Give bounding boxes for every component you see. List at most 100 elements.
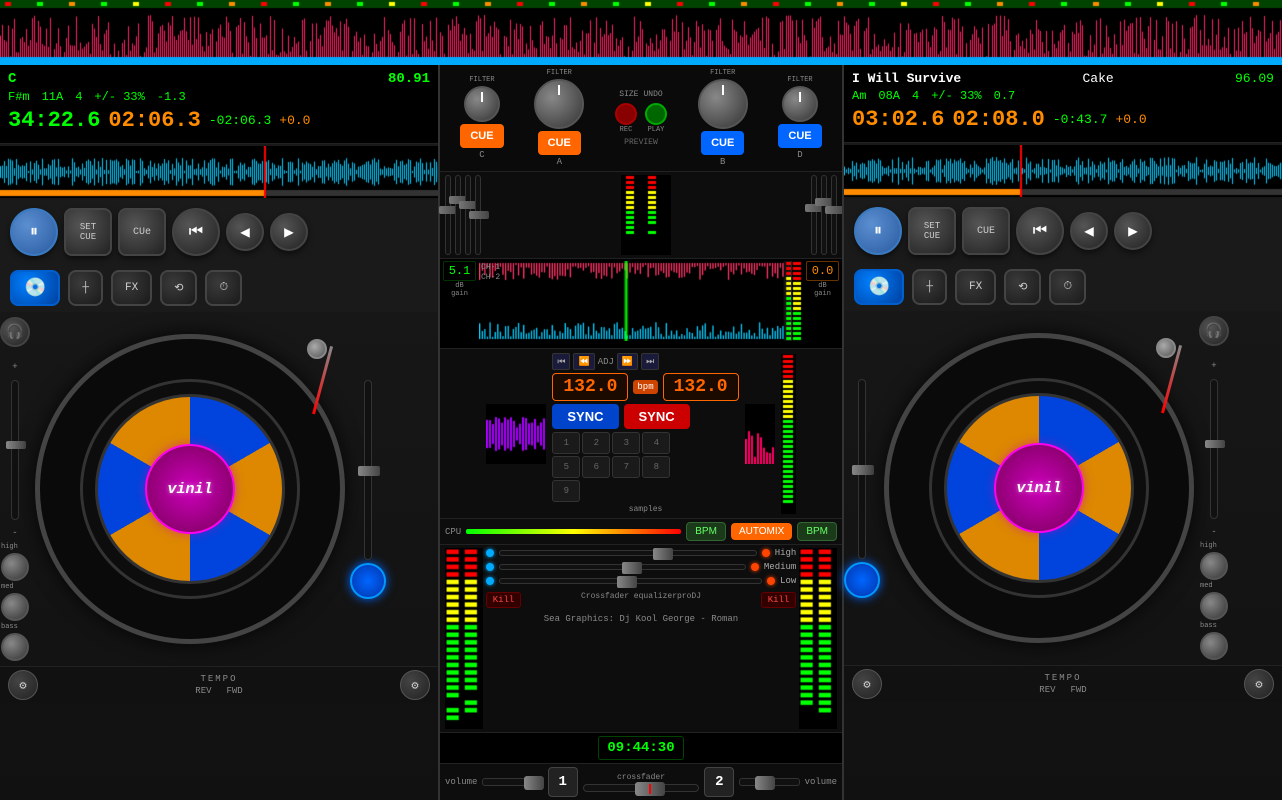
deck-right-settings-button[interactable]: ⚙ — [1244, 669, 1274, 699]
deck-right-pitch-reset-button[interactable] — [844, 562, 880, 598]
mixer-eq-med-right-knob[interactable] — [751, 563, 759, 571]
deck-right-loop-button[interactable]: ⟲ — [1004, 269, 1041, 305]
deck-right-turntable[interactable]: vinil — [884, 333, 1194, 643]
deck-left-volume-thumb[interactable] — [6, 441, 26, 449]
mixer-fader-a3[interactable] — [475, 175, 481, 255]
deck-left-pitch-slider[interactable] — [364, 380, 372, 560]
deck-right-vinyl-button[interactable]: 💿 — [854, 269, 904, 305]
mixer-eq-med-knob[interactable] — [486, 563, 494, 571]
mixer-eq-high-right-knob[interactable] — [762, 549, 770, 557]
mixer-pad-2[interactable]: 2 — [582, 432, 610, 454]
mixer-volume-left-track[interactable] — [482, 778, 542, 786]
deck-right-fx-button[interactable]: FX — [955, 269, 996, 305]
mixer-eq-high-knob[interactable] — [486, 549, 494, 557]
deck-left-next-button[interactable]: ▶ — [270, 213, 308, 251]
mixer-cue-a-button[interactable]: CUE — [538, 131, 581, 155]
deck-left-clock-button[interactable]: ⏱ — [205, 270, 242, 306]
deck-right-prev-button[interactable]: ◀ — [1070, 212, 1108, 250]
mixer-rec-button[interactable] — [615, 103, 637, 125]
mixer-pad-8[interactable]: 8 — [642, 456, 670, 478]
mixer-filter-a-knob[interactable] — [534, 79, 584, 129]
mixer-fader-c[interactable] — [445, 175, 451, 255]
deck-right-high-knob[interactable] — [1200, 552, 1228, 580]
deck-left-turntable[interactable]: vinil — [35, 334, 345, 644]
mixer-volume-left-thumb[interactable] — [524, 776, 544, 790]
deck-right-set-cue-button[interactable]: SETCUE — [908, 207, 956, 255]
deck-left-pitch-thumb[interactable] — [358, 466, 380, 476]
mixer-automix-button[interactable]: AUTOMIX — [731, 523, 792, 540]
deck-right-power-button[interactable]: ⚙ — [852, 669, 882, 699]
mixer-eq-low-track[interactable] — [499, 578, 762, 584]
mixer-bpm-left-button[interactable]: BPM — [686, 522, 726, 541]
mixer-bpm-right-button[interactable]: BPM — [797, 522, 837, 541]
mixer-adj-ff-button[interactable]: ⏩ — [617, 353, 638, 370]
mixer-filter-c-knob[interactable] — [464, 86, 500, 122]
deck-left-prev-button[interactable]: ◀ — [226, 213, 264, 251]
mixer-eq-med-track[interactable] — [499, 564, 746, 570]
mixer-eq-high-track[interactable] — [499, 550, 757, 556]
deck-right-next-button[interactable]: ▶ — [1114, 212, 1152, 250]
mixer-pad-5[interactable]: 5 — [552, 456, 580, 478]
deck-right-pitch-thumb[interactable] — [852, 465, 874, 475]
mixer-volume-right-thumb[interactable] — [755, 776, 775, 790]
deck-right-rewind-button[interactable]: ⏮ — [1016, 207, 1064, 255]
mixer-cue-b-button[interactable]: CUE — [701, 131, 744, 155]
deck-right-eq-button[interactable]: ┼ — [912, 269, 947, 305]
deck-left-volume-slider[interactable] — [11, 380, 19, 520]
mixer-eq-high-thumb[interactable] — [653, 548, 673, 560]
deck-left-cue-button[interactable]: CUe — [118, 208, 166, 256]
deck-right-pause-button[interactable]: ⏸ — [854, 207, 902, 255]
deck-left-headphone-button[interactable]: 🎧 — [0, 317, 30, 347]
deck-right-clock-button[interactable]: ⏱ — [1049, 269, 1086, 305]
mixer-eq-low-right-knob[interactable] — [767, 577, 775, 585]
mixer-pad-9[interactable]: 9 — [552, 480, 580, 502]
mixer-kill-right-button[interactable]: Kill — [761, 592, 797, 608]
mixer-crossfader-thumb[interactable] — [635, 782, 665, 796]
mixer-fader-a[interactable] — [455, 175, 461, 255]
deck-right-bass-knob[interactable] — [1200, 632, 1228, 660]
mixer-cue-d-button[interactable]: CUE — [778, 124, 821, 148]
mixer-sync-right-button[interactable]: SYNC — [624, 404, 690, 429]
mixer-eq-med-thumb[interactable] — [622, 562, 642, 574]
mixer-filter-d-knob[interactable] — [782, 86, 818, 122]
deck-left-settings-button[interactable]: ⚙ — [400, 670, 430, 700]
deck-left-vinyl-button[interactable]: 💿 — [10, 270, 60, 306]
deck-right-volume-thumb[interactable] — [1205, 440, 1225, 448]
deck-left-bass-knob[interactable] — [1, 633, 29, 661]
deck-right-pitch-slider[interactable] — [858, 379, 866, 559]
deck-left-loop-button[interactable]: ⟲ — [160, 270, 197, 306]
deck-left-rewind-button[interactable]: ⏮ — [172, 208, 220, 256]
mixer-pad-4[interactable]: 4 — [642, 432, 670, 454]
deck-left-set-cue-button[interactable]: SETCUE — [64, 208, 112, 256]
mixer-fader-b[interactable] — [811, 175, 817, 255]
mixer-deck2-badge[interactable]: 2 — [704, 767, 734, 797]
mixer-cue-c-button[interactable]: CUE — [460, 124, 503, 148]
mixer-sync-left-button[interactable]: SYNC — [552, 404, 618, 429]
deck-right-cue-button[interactable]: CUE — [962, 207, 1010, 255]
mixer-eq-low-thumb[interactable] — [617, 576, 637, 588]
deck-left-eq-button[interactable]: ┼ — [68, 270, 103, 306]
mixer-kill-left-button[interactable]: Kill — [486, 592, 522, 608]
deck-left-pause-button[interactable]: ⏸ — [10, 208, 58, 256]
mixer-fader-b2[interactable] — [821, 175, 827, 255]
mixer-pad-7[interactable]: 7 — [612, 456, 640, 478]
mixer-crossfader-track[interactable] — [583, 784, 700, 792]
deck-right-volume-slider[interactable] — [1210, 379, 1218, 519]
deck-left-power-button[interactable]: ⚙ — [8, 670, 38, 700]
mixer-pad-3[interactable]: 3 — [612, 432, 640, 454]
deck-right-med-knob[interactable] — [1200, 592, 1228, 620]
mixer-deck1-badge[interactable]: 1 — [548, 767, 578, 797]
mixer-pad-6[interactable]: 6 — [582, 456, 610, 478]
deck-left-fx-button[interactable]: FX — [111, 270, 152, 306]
mixer-fader-d[interactable] — [831, 175, 837, 255]
mixer-play-button[interactable] — [645, 103, 667, 125]
mixer-pad-1[interactable]: 1 — [552, 432, 580, 454]
deck-left-pitch-reset-button[interactable] — [350, 563, 386, 599]
mixer-eq-low-knob[interactable] — [486, 577, 494, 585]
mixer-filter-b-knob[interactable] — [698, 79, 748, 129]
mixer-adj-prev-button[interactable]: ⏮ — [552, 353, 570, 370]
mixer-fader-a3-thumb[interactable] — [469, 211, 489, 219]
deck-left-high-knob[interactable] — [1, 553, 29, 581]
mixer-adj-rw-button[interactable]: ⏪ — [573, 353, 594, 370]
mixer-adj-next-button[interactable]: ⏭ — [641, 353, 659, 370]
